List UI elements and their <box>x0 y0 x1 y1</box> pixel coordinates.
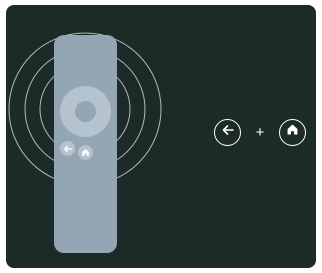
remote-back-button <box>60 141 75 156</box>
home-button-indicator <box>279 118 306 146</box>
remote-home-button <box>78 145 93 160</box>
home-icon <box>81 148 90 157</box>
remote-touchpad-center <box>75 101 96 122</box>
back-button-indicator <box>214 118 241 146</box>
back-arrow-icon <box>63 144 73 154</box>
remote-shortcut-illustration: + <box>6 5 316 268</box>
plus-sign: + <box>255 123 265 141</box>
remote-touchpad <box>60 86 111 137</box>
remote-control <box>54 35 117 253</box>
home-icon <box>286 123 299 141</box>
button-combination: + <box>214 117 306 147</box>
back-arrow-icon <box>221 123 235 142</box>
